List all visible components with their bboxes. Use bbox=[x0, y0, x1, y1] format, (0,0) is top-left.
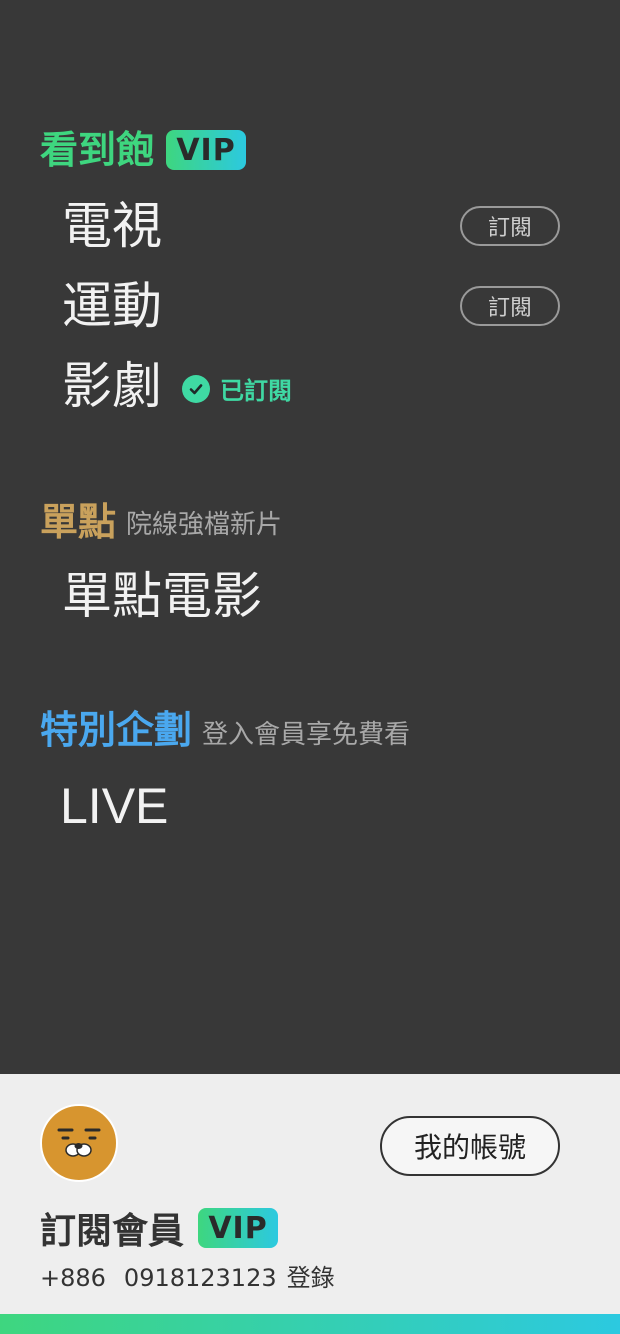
menu-item-drama[interactable]: 影劇 bbox=[62, 356, 162, 416]
subscribe-button-tv[interactable]: 訂閱 bbox=[460, 206, 560, 246]
profile-panel: 我的帳號 訂閱會員 VIP +886 0918123123 登錄 bbox=[0, 1074, 620, 1334]
subscribed-status: 已訂閱 bbox=[182, 371, 292, 406]
menu-item-single-movie[interactable]: 單點電影 bbox=[62, 566, 262, 626]
subscribe-button-sports[interactable]: 訂閱 bbox=[460, 286, 560, 326]
special-section-title: 特別企劃 bbox=[40, 708, 193, 752]
vip-section-header: 看到飽 VIP bbox=[40, 128, 247, 172]
special-section-header: 特別企劃 登入會員享免費看 bbox=[40, 708, 410, 752]
phone-line: +886 0918123123 登錄 bbox=[40, 1258, 335, 1293]
check-circle-icon bbox=[182, 374, 210, 403]
phone-number: 0918123123 bbox=[123, 1264, 277, 1292]
member-vip-badge: VIP bbox=[198, 1208, 279, 1248]
single-section-subtitle: 院線強檔新片 bbox=[126, 510, 283, 540]
vip-badge: VIP bbox=[166, 130, 247, 170]
menu-item-tv[interactable]: 電視 bbox=[62, 196, 162, 256]
accent-gradient-bar bbox=[0, 1314, 620, 1334]
member-label: 訂閱會員 bbox=[40, 1211, 185, 1252]
vip-section-title: 看到飽 bbox=[40, 128, 155, 172]
special-section-subtitle: 登入會員享免費看 bbox=[202, 720, 411, 750]
single-section-title: 單點 bbox=[40, 500, 117, 544]
avatar[interactable] bbox=[40, 1104, 118, 1182]
menu-item-live[interactable]: LIVE bbox=[60, 776, 168, 836]
single-section-header: 單點 院線強檔新片 bbox=[40, 500, 282, 544]
my-account-button[interactable]: 我的帳號 bbox=[380, 1116, 560, 1176]
country-code: +886 bbox=[40, 1264, 106, 1292]
subscribed-label: 已訂閱 bbox=[220, 377, 292, 405]
login-text: 登錄 bbox=[286, 1264, 335, 1292]
member-line: 訂閱會員 VIP bbox=[40, 1202, 279, 1254]
menu-item-sports[interactable]: 運動 bbox=[62, 276, 162, 336]
